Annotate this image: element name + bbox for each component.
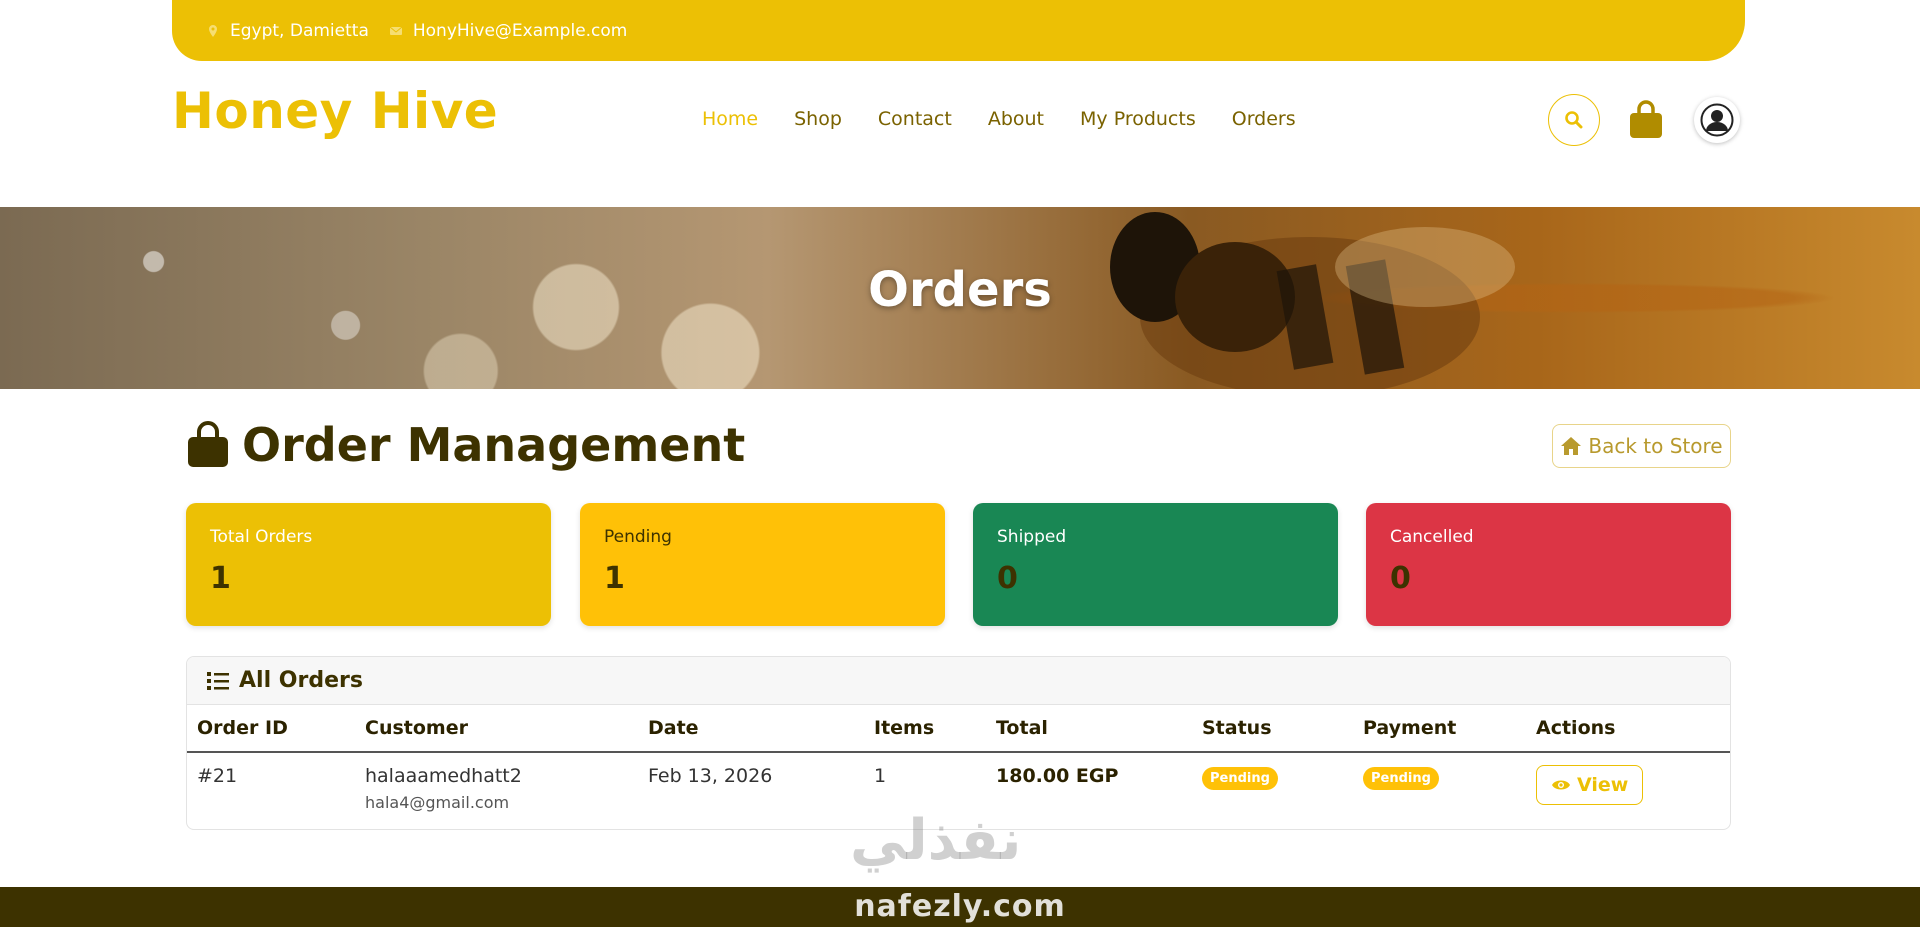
nav-contact[interactable]: Contact	[878, 108, 952, 130]
payment-badge: Pending	[1363, 767, 1439, 790]
brand-logo[interactable]: Honey Hive	[172, 82, 498, 140]
table-row: #21 halaaamedhatt2 hala4@gmail.com Feb 1…	[187, 752, 1730, 812]
location-text: Egypt, Damietta	[230, 20, 369, 41]
stat-label: Total Orders	[210, 527, 313, 547]
stat-label: Shipped	[997, 527, 1067, 547]
back-to-store-label: Back to Store	[1588, 434, 1723, 458]
column-header: Date	[638, 705, 864, 753]
orders-panel-title: All Orders	[239, 668, 363, 693]
customer-email: hala4@gmail.com	[365, 793, 510, 812]
order-id: #21	[197, 765, 238, 787]
stat-card-cancelled: Cancelled 0	[1366, 503, 1731, 626]
order-items: 1	[874, 765, 887, 787]
user-icon	[1700, 103, 1734, 137]
shopping-bag-icon	[1630, 100, 1662, 138]
shopping-bag-icon	[188, 421, 228, 467]
column-header: Items	[864, 705, 986, 753]
back-to-store-button[interactable]: Back to Store	[1552, 424, 1731, 468]
home-icon	[1561, 437, 1582, 455]
stat-label: Pending	[604, 527, 672, 547]
envelope-icon	[389, 26, 403, 35]
order-payment-cell: Pending	[1353, 752, 1526, 812]
page-heading: Order Management	[186, 418, 745, 472]
location-info: Egypt, Damietta	[206, 21, 369, 41]
column-header: Actions	[1526, 705, 1730, 753]
orders-panel-header: All Orders	[187, 657, 1730, 705]
main-nav: Home Shop Contact About My Products Orde…	[702, 108, 1296, 130]
stat-card-total-orders: Total Orders 1	[186, 503, 551, 626]
stat-value: 0	[1390, 561, 1411, 596]
stat-value: 0	[997, 561, 1018, 596]
view-order-label: View	[1577, 774, 1629, 796]
nav-my-products[interactable]: My Products	[1080, 108, 1196, 130]
orders-panel: All Orders Order ID Customer Date Items …	[186, 656, 1731, 830]
view-order-button[interactable]: View	[1536, 765, 1644, 805]
column-header: Customer	[355, 705, 638, 753]
stat-card-shipped: Shipped 0	[973, 503, 1338, 626]
status-badge: Pending	[1202, 767, 1278, 790]
list-icon	[207, 671, 229, 690]
email-text[interactable]: HonyHive@Example.com	[413, 21, 628, 41]
watermark-arabic: نفذلي	[850, 808, 1022, 873]
column-header: Payment	[1353, 705, 1526, 753]
order-total: 180.00 EGP	[996, 765, 1119, 787]
column-header: Total	[986, 705, 1192, 753]
nav-home[interactable]: Home	[702, 108, 758, 130]
nav-orders[interactable]: Orders	[1232, 108, 1296, 130]
email-info: HonyHive@Example.com	[389, 21, 628, 41]
order-actions-cell: View	[1526, 752, 1730, 812]
order-customer-cell: halaaamedhatt2 hala4@gmail.com	[355, 752, 638, 812]
user-account-button[interactable]	[1694, 97, 1740, 143]
order-date: Feb 13, 2026	[648, 765, 773, 787]
page-title: Order Management	[242, 418, 746, 472]
order-status-cell: Pending	[1192, 752, 1353, 812]
nav-about[interactable]: About	[988, 108, 1044, 130]
eye-icon	[1552, 780, 1570, 790]
stat-value: 1	[210, 561, 231, 596]
map-marker-icon	[209, 24, 217, 37]
table-header-row: Order ID Customer Date Items Total Statu…	[187, 705, 1730, 753]
column-header: Status	[1192, 705, 1353, 753]
watermark-latin: nafezly.com	[854, 889, 1066, 924]
cart-button[interactable]	[1626, 98, 1666, 142]
column-header: Order ID	[187, 705, 355, 753]
search-icon	[1565, 111, 1583, 129]
stat-label: Cancelled	[1390, 527, 1474, 547]
nav-shop[interactable]: Shop	[794, 108, 842, 130]
top-info-bar: Egypt, Damietta HonyHive@Example.com	[172, 0, 1745, 61]
customer-name: halaaamedhatt2	[365, 765, 522, 787]
stat-card-pending: Pending 1	[580, 503, 945, 626]
search-button[interactable]	[1548, 94, 1600, 146]
orders-table: Order ID Customer Date Items Total Statu…	[187, 705, 1730, 812]
banner-title: Orders	[868, 262, 1052, 318]
stat-value: 1	[604, 561, 625, 596]
